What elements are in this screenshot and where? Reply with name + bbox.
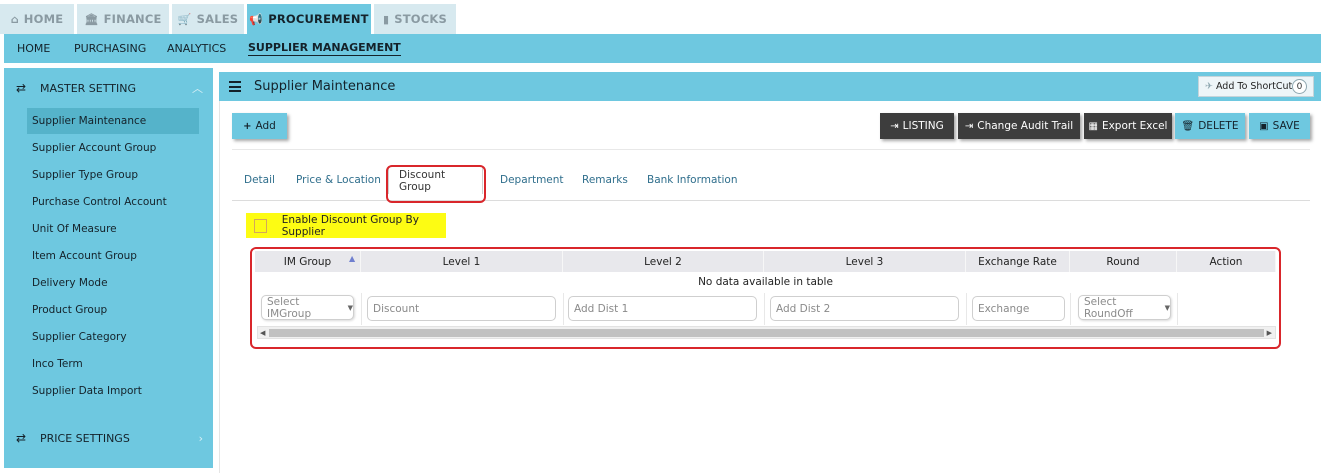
cart-icon: 🛒: [177, 12, 192, 26]
floppy-disk-icon: ▣: [1259, 120, 1269, 132]
enable-discount-group-label: Enable Discount Group By Supplier: [281, 213, 419, 238]
megaphone-icon: 📢: [249, 12, 264, 26]
tab-bank-information[interactable]: Bank Information: [647, 166, 738, 194]
sidebar-item-supplier-maintenance[interactable]: Supplier Maintenance: [27, 108, 199, 134]
home-icon: ⌂: [10, 12, 19, 26]
export-excel-button[interactable]: ▦ Export Excel: [1084, 113, 1172, 139]
hamburger-menu-icon[interactable]: [229, 81, 241, 92]
sidebar-section-price-settings[interactable]: ⇄ PRICE SETTINGS ›: [4, 418, 213, 458]
sign-in-icon: ⇥: [964, 120, 974, 132]
listing-button[interactable]: ⇥ LISTING: [880, 113, 954, 139]
tab-detail[interactable]: Detail: [244, 166, 275, 194]
sidebar-item-purchase-control-account[interactable]: Purchase Control Account: [27, 189, 199, 215]
sidebar-item-supplier-account-group[interactable]: Supplier Account Group: [27, 135, 199, 161]
top-tab-home[interactable]: ⌂ HOME: [0, 4, 74, 34]
chevron-right-icon: ›: [198, 431, 203, 445]
tab-price-location[interactable]: Price & Location: [296, 166, 381, 194]
highlight-box: [250, 247, 1281, 349]
sidebar-item-unit-of-measure[interactable]: Unit Of Measure: [27, 216, 199, 242]
top-tab-procurement[interactable]: 📢 PROCUREMENT: [247, 4, 371, 34]
sidebar-item-supplier-type-group[interactable]: Supplier Type Group: [27, 162, 199, 188]
sign-in-icon: ⇥: [890, 120, 899, 132]
enable-discount-group-toggle: Enable Discount Group By Supplier: [246, 213, 446, 238]
tab-department[interactable]: Department: [500, 166, 564, 194]
trash-icon: 🗑: [1181, 120, 1195, 132]
divider: [232, 149, 1310, 150]
swap-arrows-icon: ⇄: [16, 81, 27, 95]
chevron-up-icon: ︿: [192, 82, 203, 95]
tab-remarks[interactable]: Remarks: [582, 166, 628, 194]
excel-file-icon: ▦: [1088, 120, 1098, 132]
plus-icon: +: [243, 120, 252, 132]
sidebar-section-master-setting[interactable]: ⇄ MASTER SETTING ︿: [4, 68, 213, 108]
sidebar-item-inco-term[interactable]: Inco Term: [27, 351, 199, 377]
shortcut-count-badge: 0: [1292, 79, 1307, 94]
sidebar-item-supplier-category[interactable]: Supplier Category: [27, 324, 199, 350]
top-tab-stocks[interactable]: ▮ STOCKS: [374, 4, 456, 34]
save-button[interactable]: ▣ SAVE: [1249, 113, 1310, 139]
top-tab-finance[interactable]: 🏛 FINANCE: [77, 4, 169, 34]
sub-nav-supplier-management[interactable]: SUPPLIER MANAGEMENT: [248, 34, 401, 63]
sidebar-item-item-account-group[interactable]: Item Account Group: [27, 243, 199, 269]
sidebar-item-delivery-mode[interactable]: Delivery Mode: [27, 270, 199, 296]
panel-header: Supplier Maintenance ✈ Add To ShortCut 0: [219, 72, 1321, 101]
sidebar: ⇄ MASTER SETTING ︿ Supplier Maintenance …: [4, 68, 213, 468]
sidebar-item-product-group[interactable]: Product Group: [27, 297, 199, 323]
sub-nav-bar: HOME PURCHASING ANALYTICS SUPPLIER MANAG…: [4, 34, 1321, 63]
sub-nav-home[interactable]: HOME: [17, 34, 50, 63]
bar-chart-icon: ▮: [382, 12, 390, 26]
top-tab-bar: ⌂ HOME 🏛 FINANCE 🛒 SALES 📢 PROCUREMENT ▮ STOC…: [0, 0, 1325, 34]
enable-discount-group-checkbox[interactable]: [254, 218, 267, 233]
sidebar-item-supplier-data-import[interactable]: Supplier Data Import: [27, 378, 199, 404]
change-audit-trail-button[interactable]: ⇥ Change Audit Trail: [958, 113, 1080, 139]
add-button[interactable]: + Add: [232, 113, 287, 139]
highlight-box: [386, 165, 486, 203]
top-tab-sales[interactable]: 🛒 SALES: [172, 4, 244, 34]
bank-icon: 🏛: [84, 12, 99, 26]
sub-nav-analytics[interactable]: ANALYTICS: [167, 34, 226, 63]
add-to-shortcut-button[interactable]: ✈ Add To ShortCut 0: [1198, 76, 1314, 97]
delete-button[interactable]: 🗑 DELETE: [1175, 113, 1245, 139]
plane-icon: ✈: [1205, 81, 1213, 92]
page-title: Supplier Maintenance: [254, 79, 396, 94]
sub-nav-purchasing[interactable]: PURCHASING: [74, 34, 146, 63]
swap-arrows-icon: ⇄: [16, 431, 27, 445]
